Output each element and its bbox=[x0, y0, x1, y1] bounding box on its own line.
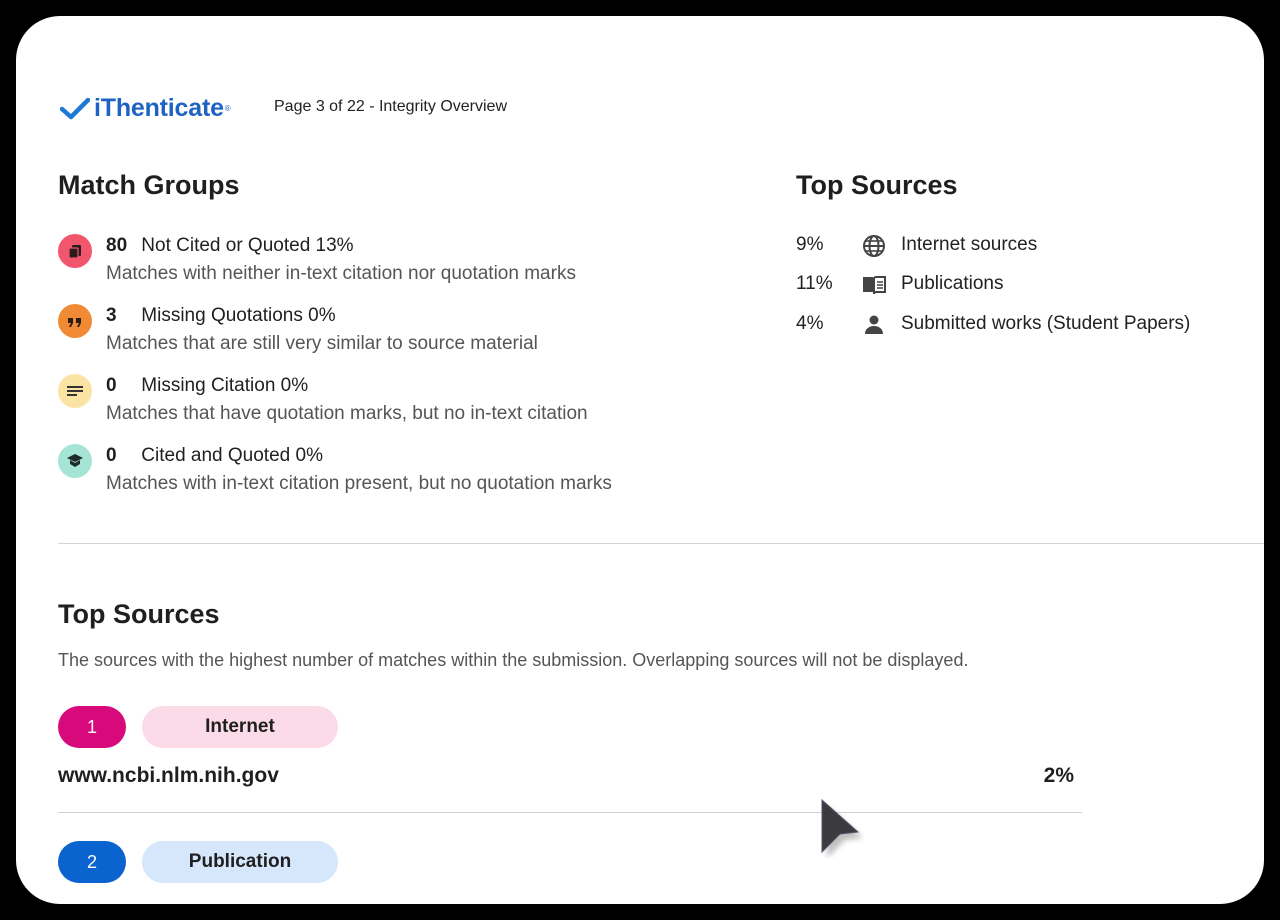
source-rank-badge: 1 bbox=[58, 706, 126, 748]
copy-stack-icon bbox=[58, 234, 92, 268]
header: iThenticate ® bbox=[60, 94, 231, 123]
source-type-label: Submitted works (Student Papers) bbox=[901, 313, 1191, 334]
source-divider bbox=[58, 812, 1082, 813]
quote-icon bbox=[58, 304, 92, 338]
match-group-label: Cited and Quoted 0% bbox=[141, 445, 323, 466]
book-icon bbox=[863, 276, 886, 295]
source-percent: 2% bbox=[1043, 764, 1074, 787]
source-type-percent: 4% bbox=[796, 313, 824, 334]
source-type-percent: 11% bbox=[796, 273, 833, 294]
match-group-description: Matches with neither in-text citation no… bbox=[106, 263, 576, 284]
match-group-description: Matches that are still very similar to s… bbox=[106, 333, 538, 354]
ithenticate-logo: iThenticate ® bbox=[60, 94, 231, 123]
source-url[interactable]: www.ncbi.nlm.nih.gov bbox=[58, 764, 279, 788]
graduation-cap-icon bbox=[58, 444, 92, 478]
page-label: Page 3 of 22 - Integrity Overview bbox=[274, 98, 507, 115]
match-group-description: Matches that have quotation marks, but n… bbox=[106, 403, 588, 424]
top-sources-title: Top Sources bbox=[58, 599, 220, 629]
match-group-label: Missing Quotations 0% bbox=[141, 305, 336, 326]
source-type-badge: Internet bbox=[142, 706, 338, 748]
match-group-count: 3 bbox=[106, 305, 117, 326]
text-lines-icon bbox=[58, 374, 92, 408]
source-type-label: Internet sources bbox=[901, 234, 1038, 255]
section-divider bbox=[58, 543, 1264, 544]
top-sources-summary-title: Top Sources bbox=[796, 170, 958, 200]
source-type-row-internet: 9% Internet sources bbox=[796, 232, 1236, 260]
match-group-count: 0 bbox=[106, 445, 117, 466]
match-group-description: Matches with in-text citation present, b… bbox=[106, 473, 612, 494]
source-type-row-submitted-works: 4% Submitted works (Student Papers) bbox=[796, 311, 1236, 339]
report-page: iThenticate ® Page 3 of 22 - Integrity Ov… bbox=[16, 16, 1264, 904]
match-group-label: Not Cited or Quoted 13% bbox=[141, 235, 354, 256]
source-rank-badge: 2 bbox=[58, 841, 126, 883]
source-type-percent: 9% bbox=[796, 234, 824, 255]
checkmark-icon bbox=[60, 97, 90, 119]
top-sources-description: The sources with the highest number of m… bbox=[58, 650, 969, 670]
source-type-badge: Publication bbox=[142, 841, 338, 883]
logo-text: iThenticate bbox=[94, 94, 224, 122]
source-type-label: Publications bbox=[901, 273, 1004, 294]
match-group-count: 80 bbox=[106, 235, 128, 256]
match-group-label: Missing Citation 0% bbox=[141, 375, 309, 396]
globe-icon bbox=[863, 235, 885, 257]
mouse-pointer-icon bbox=[821, 798, 863, 858]
match-groups-title: Match Groups bbox=[58, 170, 240, 200]
source-type-row-publications: 11% Publications bbox=[796, 271, 1236, 299]
match-group-count: 0 bbox=[106, 375, 117, 396]
person-icon bbox=[865, 315, 883, 334]
